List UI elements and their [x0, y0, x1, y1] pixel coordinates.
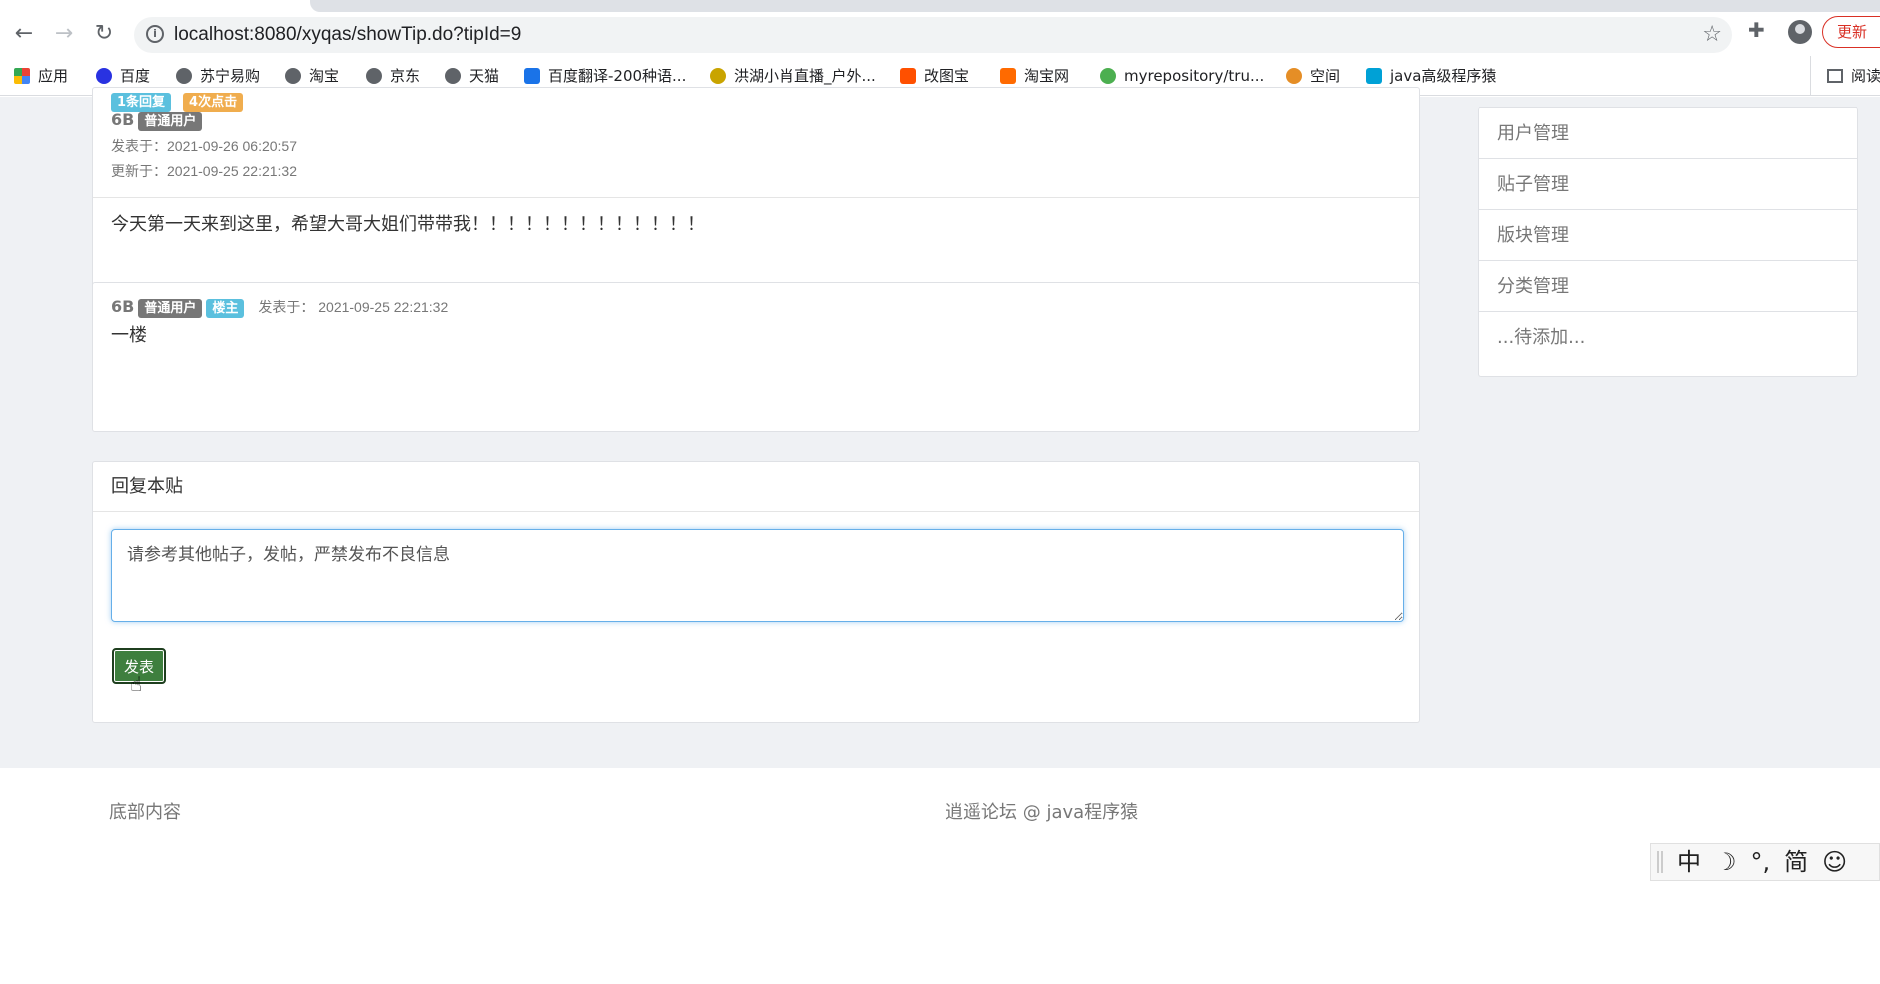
- ime-punctuation-toggle[interactable]: °,: [1751, 848, 1771, 876]
- globe-icon: [285, 68, 301, 84]
- taobao-icon: [1000, 68, 1016, 84]
- globe-icon: [366, 68, 382, 84]
- reply-published: 发表于： 2021-09-25 22:21:32: [258, 299, 449, 315]
- sidebar-item-categories[interactable]: 分类管理: [1479, 260, 1857, 311]
- role-badge: 普通用户: [138, 299, 203, 318]
- baidu-paw-icon: [96, 68, 112, 84]
- address-bar[interactable]: i localhost:8080/xyqas/showTip.do?tipId=…: [134, 17, 1732, 53]
- bookmark-label: 淘宝: [309, 67, 340, 85]
- post-stats: 1条回复 4次点击: [111, 91, 255, 112]
- bookmark-label: 改图宝: [924, 67, 970, 85]
- ime-simplified-toggle[interactable]: 简: [1784, 848, 1808, 876]
- ime-emoji-icon[interactable]: ☺: [1822, 848, 1847, 876]
- url-text[interactable]: localhost:8080/xyqas/showTip.do?tipId=9: [174, 17, 521, 53]
- gaitubao-icon: [900, 68, 916, 84]
- post-content: 今天第一天来到这里，希望大哥大姐们带带我！！！！！！！！！！！！！: [111, 214, 705, 235]
- extensions-icon[interactable]: ✚: [1748, 18, 1765, 42]
- bookmark-star-icon[interactable]: ☆: [1702, 21, 1722, 49]
- bookmark-label: 淘宝网: [1024, 67, 1070, 85]
- reply-author[interactable]: 6B: [111, 297, 134, 316]
- back-icon[interactable]: ←: [10, 20, 38, 48]
- sidebar-item-posts[interactable]: 贴子管理: [1479, 158, 1857, 209]
- space-icon: [1286, 68, 1302, 84]
- bookmark-label: 百度翻译-200种语...: [548, 67, 687, 85]
- post-author[interactable]: 6B: [111, 110, 134, 129]
- browser-toolbar: ← → ↻ i localhost:8080/xyqas/showTip.do?…: [0, 12, 1880, 56]
- tab-strip-background: [310, 0, 1880, 12]
- post-updated: 更新于：2021-09-25 22:21:32: [111, 163, 297, 179]
- sidebar-item-users[interactable]: 用户管理: [1479, 107, 1857, 158]
- ime-grip-icon[interactable]: [1657, 851, 1663, 873]
- hand-cursor-icon: ☝: [130, 672, 143, 696]
- owner-badge: 楼主: [206, 299, 245, 318]
- divider: [93, 197, 1419, 198]
- tab-strip: [0, 0, 1880, 12]
- footer-left-text: 底部内容: [109, 802, 181, 823]
- reading-list-label: 阅读清: [1851, 67, 1880, 85]
- update-button[interactable]: 更新: [1822, 16, 1880, 48]
- ime-toolbar: 中 ☽ °, 简 ☺: [1650, 843, 1880, 881]
- reload-icon[interactable]: ↻: [90, 20, 118, 48]
- reply-meta: 6B 普通用户 楼主 发表于： 2021-09-25 22:21:32: [111, 297, 448, 318]
- repo-icon: [1100, 68, 1116, 84]
- role-badge: 普通用户: [138, 112, 203, 131]
- globe-icon: [176, 68, 192, 84]
- kite-icon: [710, 68, 726, 84]
- reply-content: 一楼: [111, 325, 147, 346]
- apps-grid-icon: [14, 68, 30, 84]
- bookmark-label: 洪湖小肖直播_户外...: [734, 67, 876, 85]
- bookmark-label: 天猫: [469, 67, 500, 85]
- bookmark-label: 百度: [120, 67, 151, 85]
- bookmark-label: myrepository/tru...: [1124, 67, 1265, 85]
- footer-copyright: 逍遥论坛 @ java程序猿: [945, 802, 1139, 823]
- bookmark-label: 京东: [390, 67, 421, 85]
- footer: 底部内容 逍遥论坛 @ java程序猿: [0, 768, 1880, 984]
- forward-icon[interactable]: →: [50, 20, 78, 48]
- translate-icon: [524, 68, 540, 84]
- reading-list-icon: [1827, 69, 1843, 83]
- bilibili-icon: [1366, 68, 1382, 84]
- page-body: 1条回复 4次点击 6B 普通用户 发表于：2021-09-26 06:20:57 …: [0, 87, 1880, 768]
- reply-form: 回复本贴 发表: [92, 461, 1420, 723]
- reading-list[interactable]: 阅读清: [1810, 56, 1880, 96]
- globe-icon: [445, 68, 461, 84]
- post-published: 发表于：2021-09-26 06:20:57: [111, 138, 297, 154]
- reply-form-title: 回复本贴: [93, 462, 1419, 512]
- bookmark-label: 苏宁易购: [200, 67, 261, 85]
- post-author-row: 6B 普通用户: [111, 110, 214, 131]
- bookmark-apps[interactable]: 应用: [14, 56, 68, 96]
- ime-chinese-toggle[interactable]: 中: [1677, 848, 1701, 876]
- profile-avatar-icon[interactable]: [1788, 20, 1812, 44]
- reply-textarea[interactable]: [111, 529, 1404, 622]
- ime-moon-icon[interactable]: ☽: [1715, 848, 1737, 876]
- sidebar-item-boards[interactable]: 版块管理: [1479, 209, 1857, 260]
- bookmark-label: 应用: [38, 67, 69, 85]
- bookmark-label: java高级程序猿: [1390, 67, 1497, 85]
- site-info-icon[interactable]: i: [146, 25, 164, 43]
- sidebar-item-pending[interactable]: ...待添加...: [1479, 311, 1857, 362]
- reply-item: 6B 普通用户 楼主 发表于： 2021-09-25 22:21:32 一楼: [92, 282, 1420, 432]
- bookmark-label: 空间: [1310, 67, 1341, 85]
- admin-sidebar: 用户管理 贴子管理 版块管理 分类管理 ...待添加...: [1478, 107, 1858, 377]
